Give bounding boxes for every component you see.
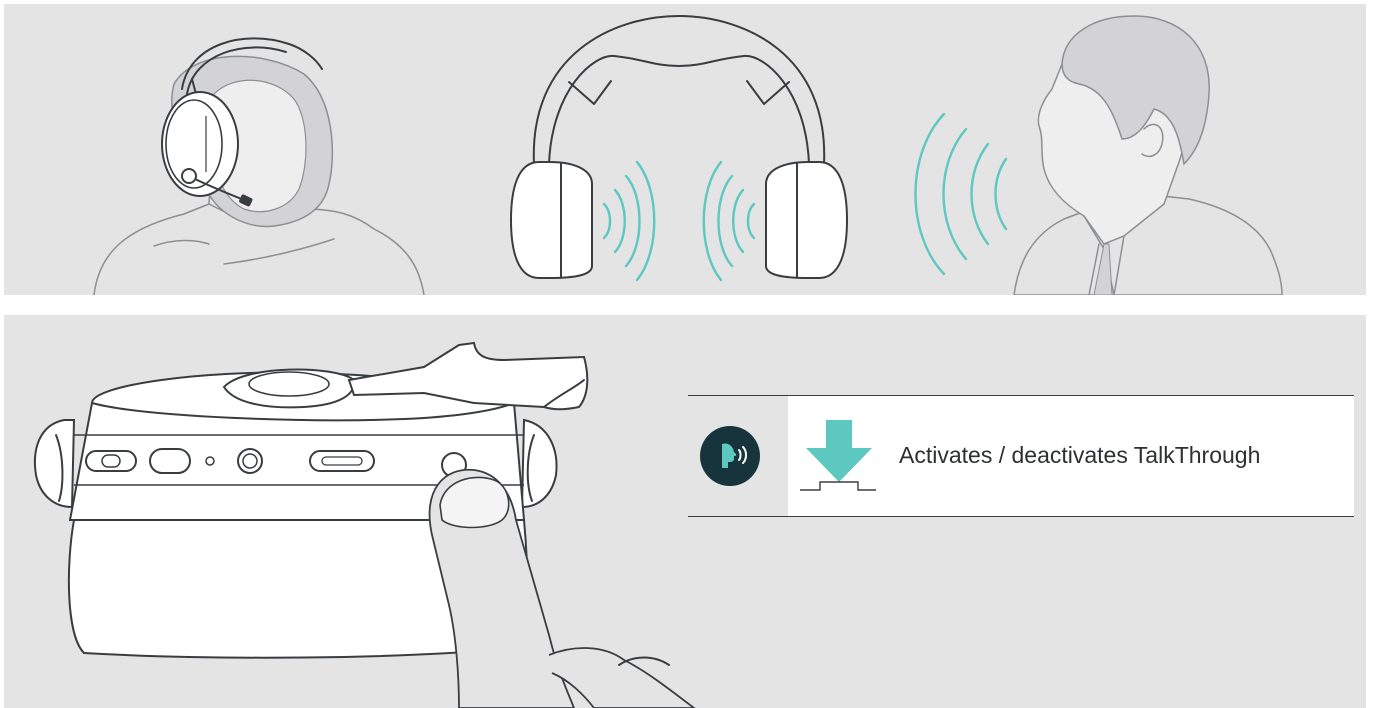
talkthrough-illustration-panel: [4, 4, 1366, 295]
voice-sound-waves: [914, 112, 1008, 276]
talkthrough-icon: [700, 426, 760, 486]
pressing-finger: [428, 468, 696, 708]
press-button-icon: [800, 420, 880, 492]
instruction-row: Activates / deactivates TalkThrough: [688, 395, 1354, 517]
speaking-person-figure: [1013, 15, 1283, 295]
headphones-figure: [509, 15, 849, 282]
talkthrough-description: Activates / deactivates TalkThrough: [899, 442, 1261, 468]
instruction-icon-cell: [688, 396, 788, 516]
user-with-headset-figure: [93, 37, 425, 295]
talkthrough-illustration: [93, 15, 1283, 295]
